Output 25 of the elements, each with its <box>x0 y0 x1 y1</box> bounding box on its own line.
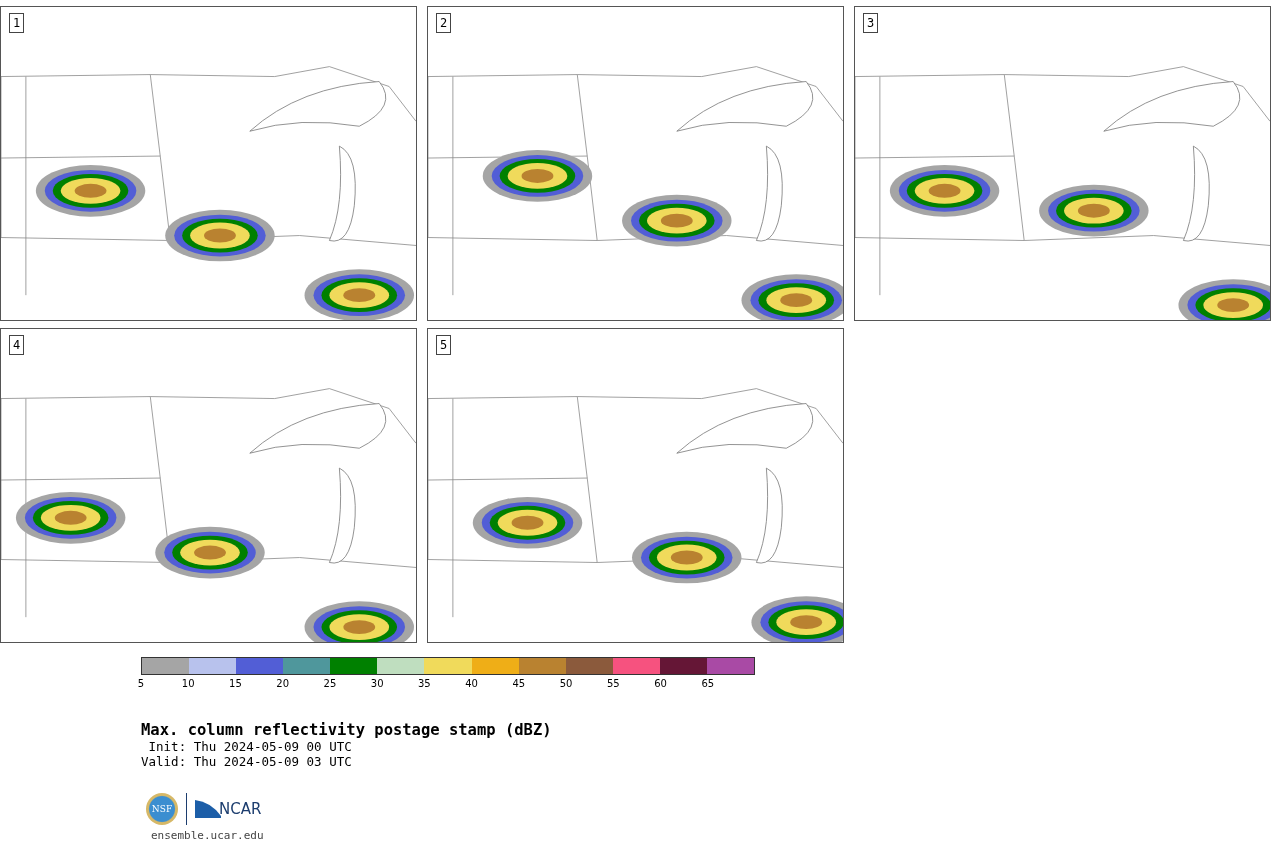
tick-label: 60 <box>654 678 667 691</box>
website-url: ensemble.ucar.edu <box>151 829 265 842</box>
init-time: Init: Thu 2024-05-09 00 UTC <box>147 739 353 754</box>
tick-label: 15 <box>229 678 242 691</box>
tick-label: 5 <box>137 678 145 691</box>
chart-title: Max. column reflectivity postage stamp (dBZ) <box>141 721 553 739</box>
tick-label: 45 <box>512 678 526 691</box>
panel-number: 1 <box>9 13 25 33</box>
ncar-logo: NCAR <box>219 800 262 818</box>
panel-number: 4 <box>9 335 25 355</box>
nsf-logo: NSF <box>146 793 178 825</box>
panel-number: 3 <box>863 13 879 33</box>
panel-number: 5 <box>436 335 452 355</box>
tick-label: 55 <box>606 678 620 691</box>
tick-label: 35 <box>418 678 431 691</box>
tick-label: 50 <box>559 678 573 691</box>
tick-label: 25 <box>323 678 337 691</box>
tick-label: 40 <box>465 678 478 691</box>
tick-label: 20 <box>276 678 290 691</box>
tick-label: 10 <box>181 678 195 691</box>
panel-number: 2 <box>436 13 452 33</box>
tick-label: 30 <box>370 678 384 691</box>
tick-label: 65 <box>701 678 715 691</box>
swoosh-icon <box>195 800 221 818</box>
valid-time: Valid: Thu 2024-05-09 03 UTC <box>141 754 353 769</box>
